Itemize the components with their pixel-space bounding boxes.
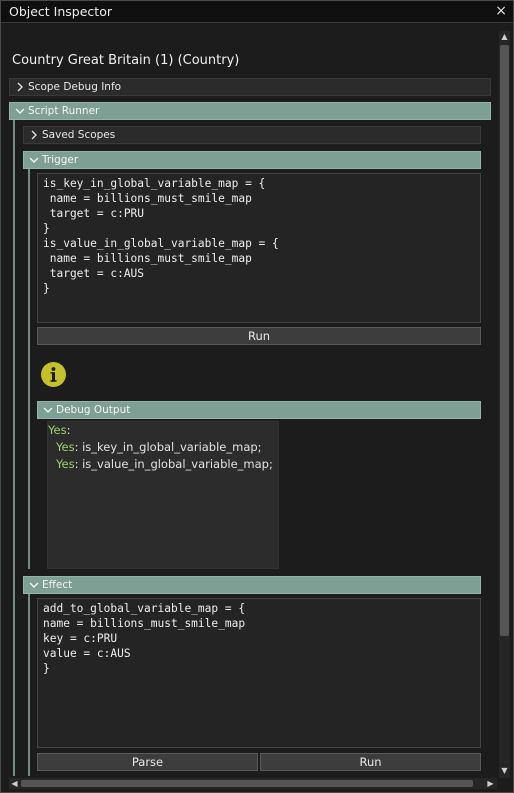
scroll-right-icon[interactable]: ▶ [485,779,496,789]
effect-script-editor[interactable]: add_to_global_variable_map = { name = bi… [37,598,481,748]
scroll-up-icon[interactable]: ▲ [499,32,510,42]
horizontal-scrollbar-thumb[interactable] [21,780,473,787]
effect-run-button[interactable]: Run [260,753,481,771]
section-script-runner[interactable]: Script Runner [9,102,491,120]
object-name: Country Great Britain (1) (Country) [12,53,240,68]
yes-label: Yes [56,440,75,454]
section-label: Trigger [42,154,79,166]
debug-root-line: Yes: [48,423,71,437]
section-saved-scopes[interactable]: Saved Scopes [23,126,481,144]
section-label: Script Runner [28,105,100,117]
debug-line: Yes: is_value_in_global_variable_map; [56,457,273,471]
yes-label: Yes [56,457,75,471]
chevron-down-icon [15,108,25,114]
window-title: Object Inspector [9,4,112,19]
chevron-down-icon [29,582,39,588]
close-icon[interactable]: × [495,3,507,19]
effect-parse-button[interactable]: Parse [37,753,258,771]
titlebar[interactable]: Object Inspector × [1,1,513,23]
chevron-right-icon [31,130,37,140]
yes-label: Yes [48,423,67,437]
section-trigger[interactable]: Trigger [23,151,481,169]
chevron-down-icon [43,407,53,413]
chevron-down-icon [29,157,39,163]
effect-indent-line [28,594,30,776]
vertical-scrollbar-thumb[interactable] [500,45,509,636]
chevron-right-icon [17,82,23,92]
section-debug-output[interactable]: Debug Output [37,401,481,419]
section-label: Saved Scopes [42,129,116,141]
debug-output-panel: Yes: Yes: is_key_in_global_variable_map;… [47,421,279,569]
trigger-run-button[interactable]: Run [37,327,481,345]
trigger-script-editor[interactable]: is_key_in_global_variable_map = { name =… [37,173,481,323]
section-effect[interactable]: Effect [23,576,481,594]
info-icon[interactable] [41,362,66,387]
section-scope-debug-info[interactable]: Scope Debug Info [9,78,491,96]
section-label: Debug Output [56,404,131,416]
section-label: Scope Debug Info [28,81,122,93]
trigger-indent-line [28,169,30,569]
object-inspector-window: Object Inspector × Country Great Britain… [0,0,514,793]
scroll-left-icon[interactable]: ◀ [9,779,20,789]
section-label: Effect [42,579,73,591]
script-runner-indent-line [13,120,15,776]
debug-line: Yes: is_key_in_global_variable_map; [56,440,262,454]
scroll-down-icon[interactable]: ▼ [499,766,510,776]
